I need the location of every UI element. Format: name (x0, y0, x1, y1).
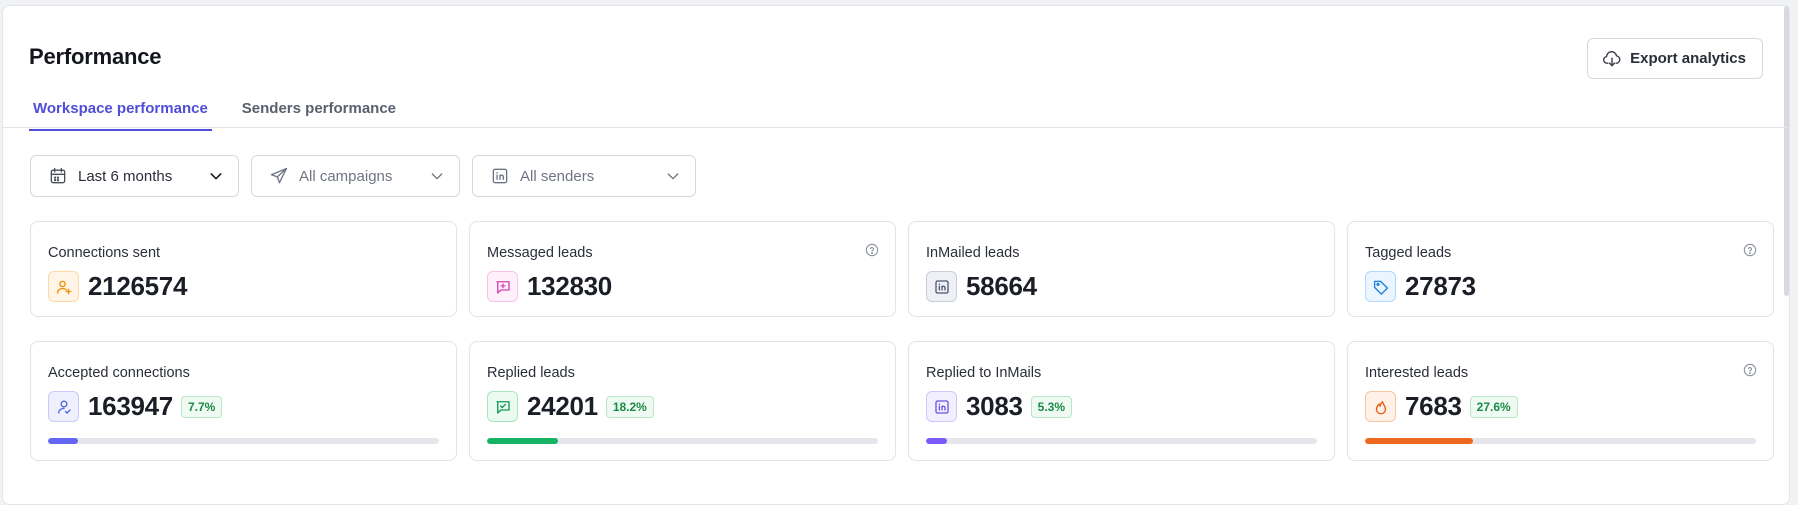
export-analytics-button[interactable]: Export analytics (1587, 38, 1763, 79)
period-select[interactable]: Last 6 months (30, 155, 239, 197)
senders-select-value: All senders (520, 167, 595, 185)
user-plus-icon (48, 271, 79, 302)
progress-fill (48, 438, 79, 444)
filters-bar: Last 6 months All campaigns All senders (30, 155, 696, 197)
card-title: Accepted connections (48, 365, 190, 381)
interested-leads-card: Interested leads 7683 27.6% (1347, 341, 1774, 461)
card-title: InMailed leads (926, 245, 1020, 261)
inmailed-leads-card: InMailed leads 58664 (908, 221, 1335, 317)
percent-badge: 18.2% (605, 395, 654, 418)
metric-value: 7683 (1405, 391, 1462, 421)
progress-track (487, 438, 878, 444)
card-title: Connections sent (48, 245, 161, 261)
progress-track (1365, 438, 1756, 444)
period-select-value: Last 6 months (78, 167, 173, 185)
card-title: Tagged leads (1365, 245, 1452, 261)
flame-icon (1365, 391, 1396, 422)
replied-leads-card: Replied leads 24201 18.2% (469, 341, 896, 461)
chevron-down-icon (429, 168, 445, 184)
metric-value: 58664 (966, 271, 1037, 301)
linkedin-icon (926, 391, 957, 422)
card-title: Replied to InMails (926, 365, 1042, 381)
accepted-connections-card: Accepted connections 163947 7.7% (30, 341, 457, 461)
header: Performance Export analytics (29, 38, 1763, 79)
progress-fill (1365, 438, 1473, 444)
scrollbar[interactable] (1784, 6, 1789, 296)
metrics-grid: Connections sent 2126574 Messaged leads … (30, 221, 1774, 461)
tab-workspace-performance[interactable]: Workspace performance (29, 90, 212, 131)
percent-badge: 7.7% (180, 395, 223, 418)
chevron-down-icon (665, 168, 681, 184)
help-icon[interactable] (865, 243, 879, 257)
metric-value: 3083 (966, 391, 1023, 421)
card-title: Messaged leads (487, 245, 593, 261)
card-title: Interested leads (1365, 365, 1469, 381)
messaged-leads-card: Messaged leads 132830 (469, 221, 896, 317)
metric-value: 163947 (88, 391, 173, 421)
chevron-down-icon (208, 168, 224, 184)
percent-badge: 27.6% (1469, 395, 1518, 418)
tabs: Workspace performance Senders performanc… (29, 90, 426, 131)
page-title: Performance (29, 44, 162, 69)
help-icon[interactable] (1743, 363, 1757, 377)
tag-icon (1365, 271, 1396, 302)
percent-badge: 5.3% (1030, 395, 1072, 418)
linkedin-icon (926, 271, 957, 302)
progress-track (48, 438, 439, 444)
campaigns-select[interactable]: All campaigns (251, 155, 460, 197)
tab-senders-performance[interactable]: Senders performance (238, 90, 400, 131)
calendar-icon (48, 166, 68, 186)
metric-value: 24201 (527, 391, 598, 421)
senders-select[interactable]: All senders (472, 155, 696, 197)
performance-panel: Performance Export analytics Workspace p… (2, 5, 1790, 505)
send-icon (269, 166, 289, 186)
replied-inmails-card: Replied to InMails 3083 5.3% (908, 341, 1335, 461)
metric-value: 2126574 (88, 271, 188, 301)
tabs-divider (3, 127, 1789, 128)
metric-value: 27873 (1405, 271, 1476, 301)
progress-fill (487, 438, 559, 444)
export-analytics-label: Export analytics (1630, 50, 1746, 67)
connections-sent-card: Connections sent 2126574 (30, 221, 457, 317)
progress-fill (926, 438, 947, 444)
help-icon[interactable] (1743, 243, 1757, 257)
campaigns-select-value: All campaigns (299, 167, 393, 185)
metric-value: 132830 (527, 271, 612, 301)
linkedin-icon (490, 166, 510, 186)
cloud-download-icon (1602, 49, 1622, 69)
tagged-leads-card: Tagged leads 27873 (1347, 221, 1774, 317)
card-title: Replied leads (487, 365, 575, 381)
message-plus-icon (487, 271, 518, 302)
user-icon (48, 391, 79, 422)
message-check-icon (487, 391, 518, 422)
progress-track (926, 438, 1317, 444)
